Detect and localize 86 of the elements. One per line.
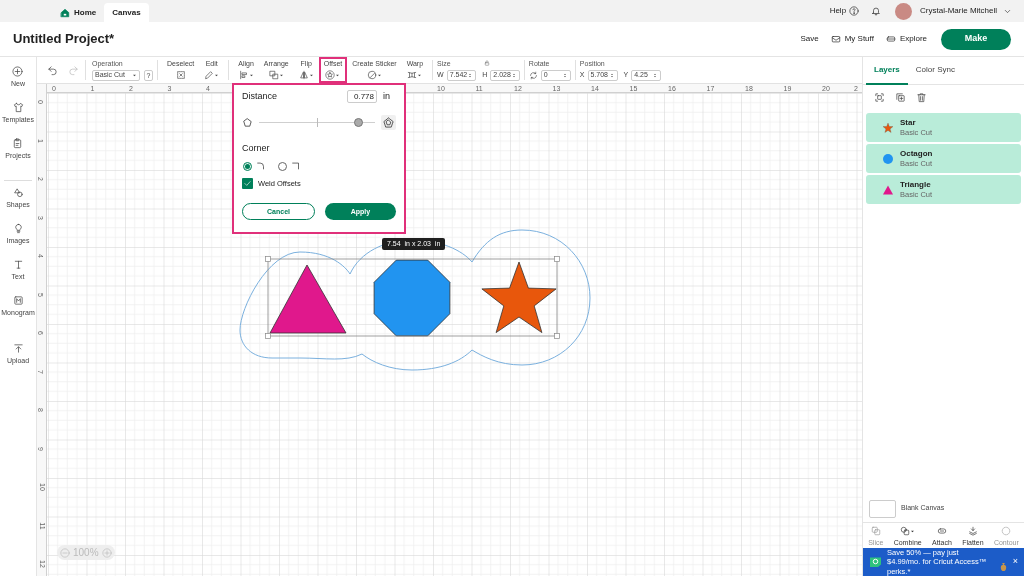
layer-name: Star — [900, 117, 917, 128]
house-icon — [60, 7, 70, 18]
pentagon-icon — [242, 116, 253, 128]
shapes-icon — [12, 187, 24, 198]
align-icon — [238, 70, 249, 80]
user-name[interactable]: Crystal-Marie Mitchell — [920, 5, 997, 17]
caret-icon — [132, 72, 137, 78]
warp-icon — [407, 70, 418, 80]
caret-icon — [910, 528, 916, 534]
plus-icon — [12, 66, 24, 77]
layer-name: Octagon — [900, 148, 933, 159]
trash-icon — [916, 91, 927, 103]
distance-field[interactable]: 0.778 — [347, 90, 377, 104]
weld-checkbox[interactable] — [242, 178, 253, 190]
slice-icon — [870, 526, 881, 536]
rounded-corner-icon — [256, 161, 266, 171]
distance-label: Distance — [242, 90, 277, 103]
help-link[interactable]: Help — [829, 5, 847, 17]
logo-icon — [869, 556, 882, 568]
selection-box[interactable] — [265, 256, 560, 339]
explore-icon — [885, 34, 896, 44]
caret-icon — [214, 72, 220, 78]
layer-name: Triangle — [900, 179, 932, 190]
close-button[interactable]: × — [1012, 555, 1018, 569]
stepper-icon — [510, 71, 517, 79]
flatten-icon — [967, 526, 978, 536]
shirt-icon — [12, 102, 24, 113]
caret-icon — [278, 72, 284, 78]
offset-pentagon-icon — [383, 116, 394, 128]
duplicate-icon — [895, 91, 906, 103]
bell-icon — [871, 6, 882, 16]
canvas-swatch[interactable] — [869, 499, 896, 518]
upload-icon — [12, 343, 24, 354]
combine-icon — [900, 526, 911, 536]
caret-icon — [248, 72, 254, 78]
flip-icon — [298, 70, 309, 80]
box-icon — [830, 34, 841, 44]
caret-icon — [417, 72, 423, 78]
zoom-in-icon — [101, 547, 112, 558]
home-tab[interactable]: Home — [52, 3, 105, 22]
explore-link[interactable]: Explore — [885, 33, 927, 45]
help-icon — [849, 6, 860, 16]
corner-label: Corner — [242, 141, 271, 155]
offset-pentagon-button[interactable] — [381, 114, 396, 130]
stepper-icon — [467, 71, 474, 79]
redo-icon — [68, 64, 79, 76]
pencil-icon — [204, 70, 215, 80]
my-stuff-link[interactable]: My Stuff — [830, 33, 874, 45]
make-button[interactable]: Make — [941, 28, 1011, 50]
stepper-icon — [561, 71, 568, 79]
attach-icon — [936, 526, 947, 536]
corner-radio[interactable] — [243, 161, 252, 171]
save-link[interactable]: Save — [800, 33, 819, 45]
deselect-icon — [175, 70, 186, 80]
bulb-icon — [12, 223, 24, 234]
star-shape[interactable] — [481, 261, 557, 333]
project-title: Untitled Project* — [13, 30, 115, 49]
select-all-icon — [874, 91, 885, 103]
panel-tab[interactable]: Color Sync — [907, 57, 963, 85]
arrange-icon — [268, 70, 279, 80]
slider-thumb[interactable] — [353, 117, 363, 127]
panel-tab[interactable]: Layers — [866, 57, 908, 85]
caret-icon — [376, 72, 382, 78]
canvas-tab[interactable]: Canvas — [104, 3, 149, 22]
corner-radio[interactable] — [278, 161, 287, 171]
caret-icon — [308, 72, 314, 78]
avatar[interactable] — [895, 2, 913, 20]
check-icon — [243, 179, 252, 189]
stepper-icon — [608, 71, 615, 79]
triangle-shape[interactable] — [269, 264, 347, 334]
rotate-icon — [528, 70, 538, 80]
undo-icon — [47, 64, 58, 76]
mono-icon — [12, 295, 24, 306]
sticker-icon — [366, 70, 377, 80]
money-bag-icon — [998, 562, 1008, 572]
zoom-out-icon — [60, 547, 70, 558]
clip-icon — [12, 138, 24, 149]
stepper-icon — [652, 71, 659, 79]
octagon-shape[interactable] — [373, 259, 451, 337]
square-corner-icon — [291, 161, 301, 171]
contour-icon — [1001, 526, 1012, 536]
offset-icon — [325, 70, 336, 80]
text-icon — [12, 259, 24, 270]
lock-icon — [483, 60, 490, 66]
unit-label: in — [383, 90, 390, 103]
caret-icon — [335, 72, 341, 78]
